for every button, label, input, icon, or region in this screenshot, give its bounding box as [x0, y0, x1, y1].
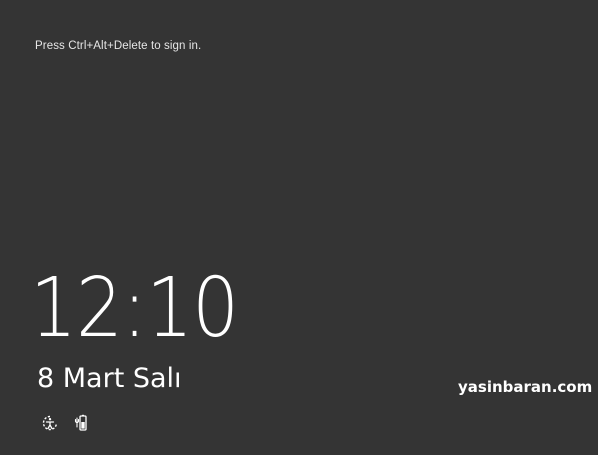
battery-power-icon — [74, 414, 87, 431]
power-status-button[interactable] — [72, 414, 90, 432]
clock-time: 12:10 — [30, 261, 239, 356]
watermark-text: yasinbaran.com — [458, 378, 593, 396]
sign-in-prompt: Press Ctrl+Alt+Delete to sign in. — [35, 40, 202, 52]
clock-date: 8 Mart Salı — [37, 363, 182, 394]
ease-of-access-icon — [42, 415, 58, 431]
ease-of-access-button[interactable] — [41, 414, 59, 432]
lock-screen: Press Ctrl+Alt+Delete to sign in. 12:10 … — [0, 0, 598, 455]
